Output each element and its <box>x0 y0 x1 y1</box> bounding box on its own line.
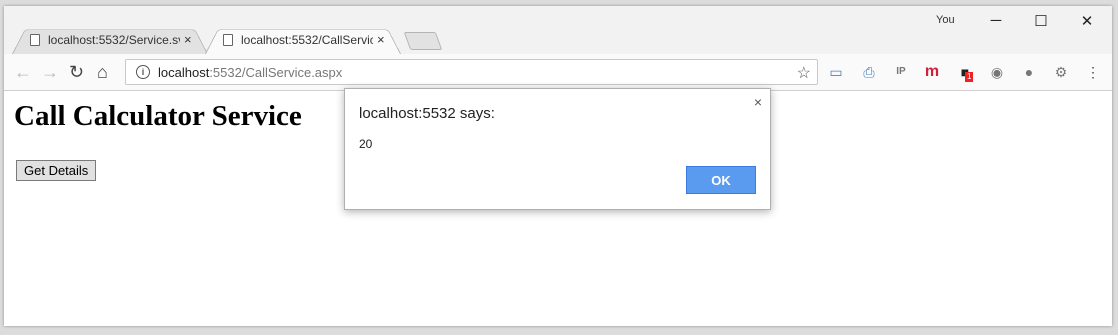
new-tab-button[interactable] <box>403 32 443 50</box>
profile-label[interactable]: You <box>936 14 955 26</box>
url-host: localhost <box>158 64 210 80</box>
ip-icon[interactable]: IP <box>892 63 910 81</box>
close-window-icon[interactable]: ✕ <box>1072 12 1102 30</box>
ok-button[interactable]: OK <box>686 166 756 194</box>
get-details-button[interactable]: Get Details <box>16 160 97 181</box>
tab-strip: localhost:5532/Service.svc × localhost:5… <box>4 6 1112 54</box>
tab-title: localhost:5532/Service.svc <box>48 32 180 47</box>
tab-service-svc[interactable]: localhost:5532/Service.svc × <box>12 25 208 54</box>
print-icon[interactable]: ⎙ <box>860 63 878 81</box>
m-extension-icon[interactable]: m <box>923 63 941 81</box>
tab-title: localhost:5532/CallService.aspx <box>241 32 373 47</box>
gears-icon[interactable]: ⚙ <box>1052 63 1070 81</box>
tab-close-icon[interactable]: × <box>377 32 385 47</box>
minimize-icon[interactable]: ─ <box>981 12 1011 29</box>
forward-icon[interactable]: → <box>41 63 59 81</box>
dialog-message: 20 <box>359 137 373 151</box>
tab-callservice[interactable]: localhost:5532/CallService.aspx × <box>205 25 401 54</box>
back-icon[interactable]: ← <box>14 63 32 81</box>
extension-badge: 1 <box>965 72 974 82</box>
url-path: :5532/CallService.aspx <box>209 64 343 80</box>
info-icon[interactable]: i <box>136 65 150 79</box>
browser-toolbar: ← → ↻ ⌂ i localhost:5532/CallService.asp… <box>4 54 1112 91</box>
extension-badge-icon[interactable]: ■1 <box>956 63 974 82</box>
dialog-title: localhost:5532 says: <box>359 105 495 122</box>
reload-icon[interactable]: ↻ <box>69 63 84 81</box>
document-icon <box>30 33 40 46</box>
dialog-close-icon[interactable]: × <box>754 94 762 110</box>
camera-icon[interactable]: ◉ <box>988 63 1006 81</box>
page-title: Call Calculator Service <box>14 100 302 132</box>
alert-dialog: localhost:5532 says: × 20 OK <box>344 88 771 210</box>
home-icon[interactable]: ⌂ <box>97 63 108 81</box>
tab-close-icon[interactable]: × <box>184 32 192 47</box>
menu-icon[interactable]: ⋮ <box>1084 63 1102 81</box>
maximize-icon[interactable]: ☐ <box>1026 12 1056 30</box>
extension-window-icon[interactable]: ▭ <box>827 63 845 81</box>
browser-window: localhost:5532/Service.svc × localhost:5… <box>4 6 1112 326</box>
lightbulb-icon[interactable]: ● <box>1020 63 1038 81</box>
bookmark-star-icon[interactable]: ☆ <box>797 63 811 83</box>
document-icon <box>223 33 233 46</box>
address-bar[interactable]: i localhost:5532/CallService.aspx ☆ <box>125 59 818 85</box>
